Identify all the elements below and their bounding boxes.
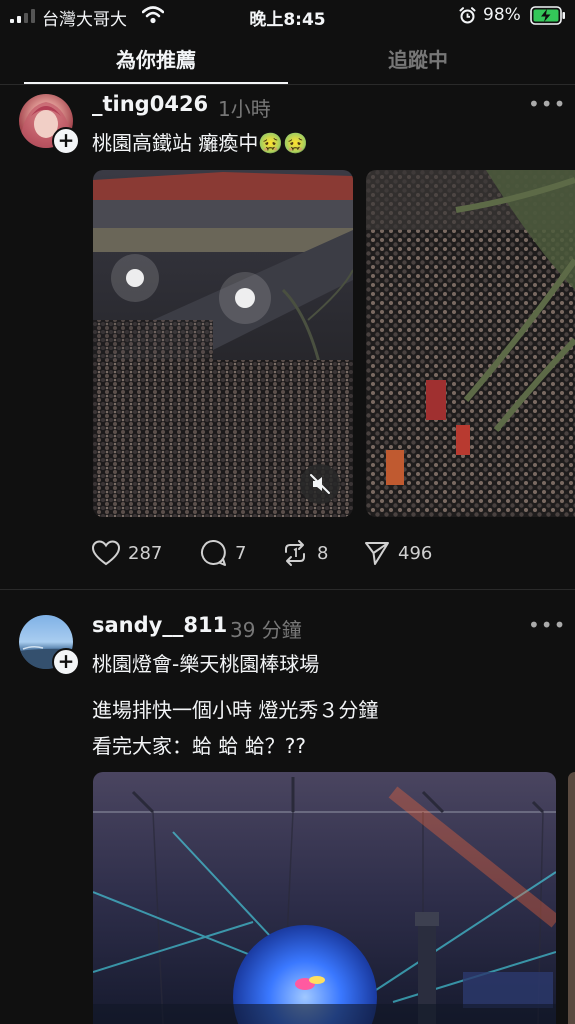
post-username[interactable]: _ting0426 bbox=[92, 92, 208, 116]
lantern-show-photo bbox=[93, 772, 556, 1024]
post-text-line-2: 進場排快一個小時 燈光秀３分鐘 bbox=[92, 698, 379, 722]
more-options-icon[interactable]: ••• bbox=[528, 92, 566, 116]
alarm-icon bbox=[459, 7, 476, 24]
mute-button[interactable] bbox=[300, 464, 340, 504]
battery-charging-icon bbox=[530, 6, 565, 25]
share-count: 496 bbox=[398, 542, 433, 564]
post-image-1[interactable] bbox=[93, 772, 556, 1024]
post-username[interactable]: sandy__811 bbox=[92, 613, 227, 637]
post-text: 桃園高鐵站 癱瘓中🤢🤢 bbox=[92, 131, 309, 155]
post-image-2[interactable] bbox=[366, 170, 575, 517]
more-options-icon[interactable]: ••• bbox=[528, 613, 566, 637]
feed-tabs: 為你推薦 追蹤中 bbox=[0, 34, 575, 85]
post-image-2[interactable] bbox=[568, 772, 575, 1024]
repost-count: 8 bbox=[317, 542, 329, 564]
post-text-line-1: 桃園燈會-樂天桃園棒球場 bbox=[92, 652, 320, 676]
status-bar: 台灣大哥大 晚上8:45 98% bbox=[0, 0, 575, 34]
comment-button[interactable]: 7 bbox=[199, 538, 246, 568]
like-count: 287 bbox=[128, 542, 163, 564]
like-button[interactable]: 287 bbox=[92, 538, 162, 568]
active-tab-indicator bbox=[24, 82, 288, 84]
heart-icon bbox=[92, 540, 120, 566]
send-icon bbox=[365, 542, 389, 565]
follow-plus-icon[interactable]: + bbox=[52, 648, 80, 676]
comment-count: 7 bbox=[235, 542, 247, 564]
post-time: 1小時 bbox=[218, 97, 271, 121]
repost-button[interactable]: 8 bbox=[281, 538, 328, 568]
post-text-line-3: 看完大家：蛤 蛤 蛤？?? bbox=[92, 734, 306, 758]
tab-following[interactable]: 追蹤中 bbox=[262, 44, 574, 73]
share-button[interactable]: 496 bbox=[364, 538, 432, 568]
crowd-plaza-photo bbox=[366, 170, 575, 517]
follow-plus-icon[interactable]: + bbox=[52, 127, 80, 155]
battery-percent: 98% bbox=[483, 5, 521, 25]
post-time: 39 分鐘 bbox=[230, 618, 302, 642]
post-divider bbox=[0, 589, 575, 590]
repost-icon bbox=[285, 540, 305, 566]
comment-icon bbox=[201, 539, 226, 566]
speaker-muted-icon bbox=[310, 474, 330, 494]
